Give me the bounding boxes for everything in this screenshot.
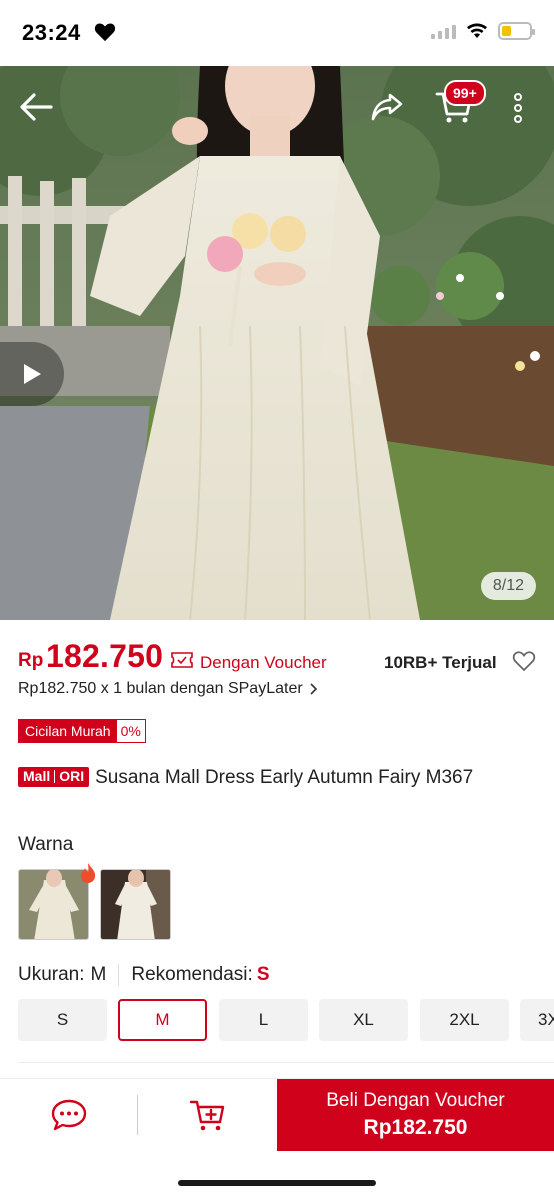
sold-count: 10RB+ Terjual — [384, 653, 497, 672]
spaylater-text: Rp182.750 x 1 bulan dengan SPayLater — [18, 680, 303, 697]
play-video-button[interactable] — [0, 342, 64, 406]
chat-icon — [51, 1099, 87, 1131]
recommendation-value: S — [256, 964, 270, 985]
size-option-xl[interactable]: XL — [319, 999, 408, 1041]
mall-ori-badge: Mall ORI — [18, 766, 90, 787]
recommendation-label: Rekomendasi: — [131, 964, 253, 985]
size-selected-value: M — [90, 964, 107, 985]
chat-button[interactable] — [0, 1079, 138, 1151]
add-to-cart-icon — [189, 1100, 224, 1131]
price-value: 182.750 — [46, 638, 164, 674]
cart-count-badge: 99+ — [444, 80, 486, 106]
share-icon[interactable] — [370, 92, 404, 122]
color-section-label: Warna — [18, 834, 74, 855]
installment-badge: Cicilan Murah 0% — [18, 719, 146, 743]
size-option-3xl-label: 3XL — [538, 1010, 554, 1029]
product-photo — [0, 66, 554, 620]
product-title: Mall ORI Susana Mall Dress Early Autumn … — [18, 764, 538, 791]
size-info-line: Ukuran: M Rekomendasi: S — [18, 964, 270, 986]
price-currency: Rp — [18, 650, 44, 671]
voucher-label[interactable]: Dengan Voucher — [200, 653, 327, 673]
chevron-right-icon — [310, 683, 317, 695]
signal-icon — [431, 23, 456, 39]
hot-fire-icon — [81, 863, 96, 883]
installment-percent: 0% — [116, 720, 145, 742]
image-counter: 8/12 — [480, 572, 536, 600]
back-arrow-icon[interactable] — [18, 92, 54, 122]
status-time: 23:24 — [22, 20, 81, 45]
bottom-action-bar: Beli Dengan Voucher Rp182.750 — [0, 1078, 554, 1151]
buy-with-voucher-button[interactable]: Beli Dengan Voucher Rp182.750 — [277, 1079, 554, 1151]
mall-label: Mall — [23, 768, 51, 784]
battery-icon — [498, 22, 535, 40]
heart-status-icon — [94, 23, 116, 42]
spaylater-link[interactable]: Rp182.750 x 1 bulan dengan SPayLater — [18, 680, 317, 698]
size-option-s[interactable]: S — [18, 999, 107, 1041]
size-option-l[interactable]: L — [219, 999, 308, 1041]
swatch-thumbnail-2 — [101, 870, 170, 939]
section-divider — [18, 1062, 554, 1063]
more-options-icon[interactable] — [512, 92, 524, 124]
wifi-icon — [467, 23, 487, 38]
size-label: Ukuran: — [18, 964, 85, 985]
voucher-icon — [171, 652, 193, 668]
size-option-m[interactable]: M — [118, 999, 207, 1041]
ori-label: ORI — [59, 768, 85, 784]
play-icon — [24, 364, 41, 384]
product-title-text: Susana Mall Dress Early Autumn Fairy M36… — [95, 767, 474, 788]
size-option-2xl[interactable]: 2XL — [420, 999, 509, 1041]
color-swatch-2[interactable] — [100, 869, 171, 940]
price-row: Rp 182.750 Dengan Voucher 10RB+ Terjual — [18, 638, 538, 676]
size-option-3xl[interactable]: 3XL — [520, 999, 554, 1041]
buy-button-price: Rp182.750 — [363, 1116, 468, 1139]
installment-label: Cicilan Murah — [19, 720, 117, 742]
status-bar: 23:24 — [0, 0, 554, 66]
buy-button-label: Beli Dengan Voucher — [326, 1090, 505, 1111]
add-to-cart-button[interactable] — [138, 1079, 277, 1151]
home-indicator — [178, 1180, 376, 1186]
product-image-gallery[interactable]: 99+ 8/12 — [0, 66, 554, 620]
favorite-heart-icon[interactable] — [512, 650, 536, 672]
